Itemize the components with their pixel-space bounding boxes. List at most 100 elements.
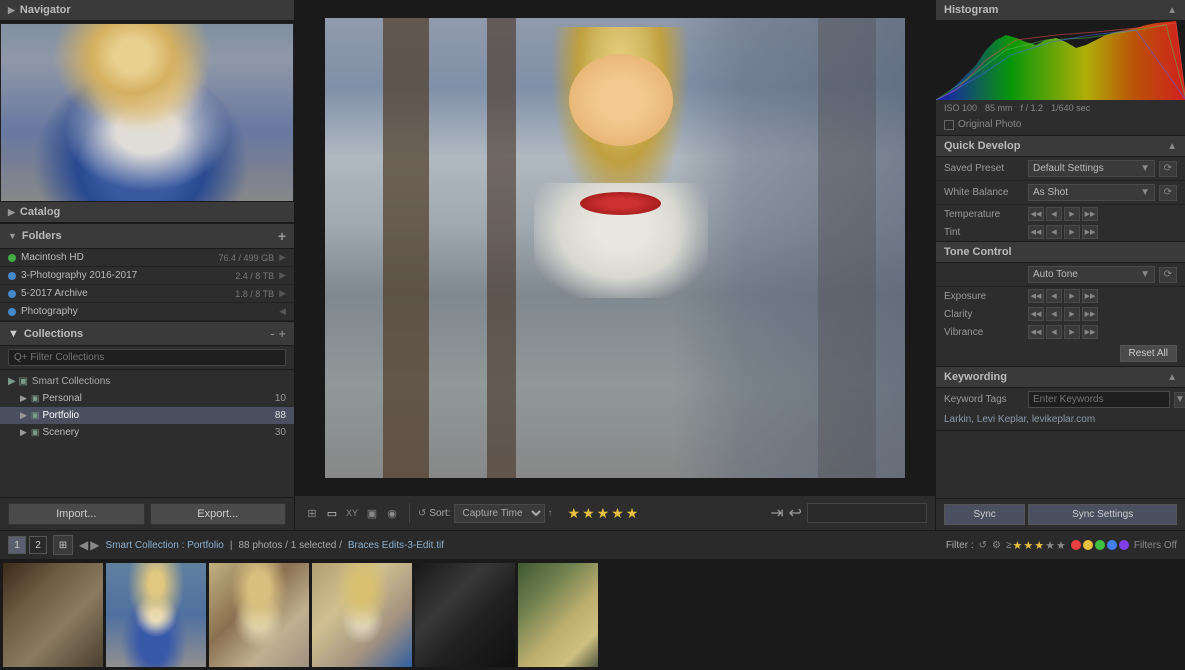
collections-header[interactable]: ▼ Collections - +	[0, 322, 294, 346]
white-balance-arrow[interactable]: ⟳	[1159, 185, 1177, 201]
collection-item-personal[interactable]: ▶ ▣ Personal 10	[0, 390, 294, 407]
star-2[interactable]: ★	[582, 505, 595, 522]
collections-filter-input[interactable]	[8, 349, 286, 366]
histogram-svg	[936, 20, 1185, 100]
filter-star-4[interactable]: ★	[1045, 539, 1055, 552]
tone-control-value[interactable]: Auto Tone ▼	[1028, 266, 1155, 283]
filter-star-5[interactable]: ★	[1056, 539, 1066, 552]
collections-add-button[interactable]: +	[278, 326, 286, 341]
filmstrip-thumb-5[interactable]	[415, 563, 515, 667]
collection-item-scenery[interactable]: ▶ ▣ Scenery 30	[0, 424, 294, 441]
filter-refresh-icon[interactable]: ↺	[979, 540, 987, 551]
sync-settings-button[interactable]: Sync Settings	[1028, 504, 1177, 525]
filter-star-3[interactable]: ★	[1034, 539, 1044, 552]
exposure-btn-3[interactable]: ▶	[1064, 289, 1080, 303]
saved-preset-arrow[interactable]: ⟳	[1159, 161, 1177, 177]
filmstrip-thumb-3[interactable]	[209, 563, 309, 667]
filter-star-2[interactable]: ★	[1023, 539, 1033, 552]
clarity-btn-4[interactable]: ▶▶	[1082, 307, 1098, 321]
star-5[interactable]: ★	[626, 505, 639, 522]
sort-direction-icon[interactable]: ↑	[548, 508, 553, 519]
filmstrip-toggle-icon[interactable]: ⊞	[53, 535, 73, 555]
star-1[interactable]: ★	[568, 505, 581, 522]
export-button[interactable]: Export...	[150, 503, 287, 525]
temp-btn-2[interactable]: ◀	[1046, 207, 1062, 221]
flag-icon[interactable]: ⇥	[770, 503, 783, 523]
filmstrip-thumb-2[interactable]	[106, 563, 206, 667]
sort-select[interactable]: Capture Time Added Order Edit Time	[454, 504, 545, 523]
color-dot-purple[interactable]	[1119, 540, 1129, 550]
keywording-collapse-icon[interactable]: ▲	[1167, 372, 1177, 383]
compare-view-icon[interactable]: XY	[343, 504, 361, 522]
filmstrip-control[interactable]	[807, 503, 927, 523]
breadcrumb-collection[interactable]: Smart Collection : Portfolio	[105, 540, 223, 551]
grid-view-icon[interactable]: ⊞	[303, 504, 321, 522]
filmstrip-thumb-1[interactable]	[3, 563, 103, 667]
folder-item-photography2016[interactable]: 3-Photography 2016-2017 2.4 / 8 TB ▶	[0, 267, 294, 285]
temp-btn-3[interactable]: ▶	[1064, 207, 1080, 221]
temp-btn-1[interactable]: ◀◀	[1028, 207, 1044, 221]
page-1[interactable]: 1	[8, 536, 26, 554]
people-view-icon[interactable]: ◉	[383, 504, 401, 522]
tint-btn-3[interactable]: ▶	[1064, 225, 1080, 239]
filter-settings-icon[interactable]: ⚙	[992, 540, 1001, 551]
original-photo-checkbox[interactable]	[944, 120, 954, 130]
keywording-header[interactable]: Keywording ▲	[936, 367, 1185, 388]
tone-control-header[interactable]: Tone Control	[936, 242, 1185, 263]
temp-btn-4[interactable]: ▶▶	[1082, 207, 1098, 221]
vibrance-btn-4[interactable]: ▶▶	[1082, 325, 1098, 339]
star-4[interactable]: ★	[611, 505, 624, 522]
rotate-icon[interactable]: ↺	[418, 508, 426, 519]
quick-develop-collapse-icon[interactable]: ▲	[1167, 141, 1177, 152]
color-dot-yellow[interactable]	[1083, 540, 1093, 550]
filter-star-1[interactable]: ★	[1012, 539, 1022, 552]
rotate-right-icon[interactable]: ↩	[789, 503, 802, 523]
saved-preset-value[interactable]: Default Settings ▼	[1028, 160, 1155, 177]
vibrance-btn-2[interactable]: ◀	[1046, 325, 1062, 339]
histogram-expand-icon[interactable]: ▲	[1167, 5, 1177, 16]
quick-develop-header[interactable]: Quick Develop ▲	[936, 136, 1185, 157]
sync-button[interactable]: Sync	[944, 504, 1025, 525]
vibrance-btn-3[interactable]: ▶	[1064, 325, 1080, 339]
loupe-view-icon[interactable]: ▭	[323, 504, 341, 522]
filmstrip-thumb-4[interactable]	[312, 563, 412, 667]
color-dot-green[interactable]	[1095, 540, 1105, 550]
tint-btn-1[interactable]: ◀◀	[1028, 225, 1044, 239]
vibrance-label: Vibrance	[944, 327, 1024, 338]
collections-minus-button[interactable]: -	[270, 326, 274, 341]
smart-collections-header[interactable]: ▶ ▣ Smart Collections	[0, 373, 294, 390]
next-arrow[interactable]: ▶	[90, 538, 99, 552]
keyword-tags-input[interactable]	[1028, 391, 1170, 408]
vibrance-btn-1[interactable]: ◀◀	[1028, 325, 1044, 339]
folders-add-button[interactable]: +	[278, 228, 286, 244]
filename-link[interactable]: Braces Edits-3-Edit.tif	[348, 540, 444, 551]
exposure-btn-2[interactable]: ◀	[1046, 289, 1062, 303]
survey-view-icon[interactable]: ▣	[363, 504, 381, 522]
histogram-header[interactable]: Histogram ▲	[936, 0, 1185, 20]
clarity-btn-1[interactable]: ◀◀	[1028, 307, 1044, 321]
color-dot-red[interactable]	[1071, 540, 1081, 550]
clarity-btn-2[interactable]: ◀	[1046, 307, 1062, 321]
import-button[interactable]: Import...	[8, 503, 145, 525]
star-3[interactable]: ★	[597, 505, 610, 522]
color-dot-blue[interactable]	[1107, 540, 1117, 550]
filmstrip-thumb-6[interactable]	[518, 563, 598, 667]
exposure-btn-1[interactable]: ◀◀	[1028, 289, 1044, 303]
tint-btn-2[interactable]: ◀	[1046, 225, 1062, 239]
keyword-tags-chevron[interactable]: ▼	[1174, 392, 1185, 408]
folder-item-archive2017[interactable]: 5-2017 Archive 1.8 / 8 TB ▶	[0, 285, 294, 303]
folder-item-macintosh[interactable]: Macintosh HD 76.4 / 499 GB ▶	[0, 249, 294, 267]
folders-header[interactable]: ▼ Folders +	[0, 224, 294, 249]
catalog-header[interactable]: ▶ Catalog	[0, 202, 294, 223]
white-balance-value[interactable]: As Shot ▼	[1028, 184, 1155, 201]
navigator-header[interactable]: ▶ Navigator	[0, 0, 294, 21]
collection-item-portfolio[interactable]: ▶ ▣ Portfolio 88	[0, 407, 294, 424]
clarity-btn-3[interactable]: ▶	[1064, 307, 1080, 321]
exposure-btn-4[interactable]: ▶▶	[1082, 289, 1098, 303]
reset-all-button[interactable]: Reset All	[1120, 345, 1177, 362]
page-2[interactable]: 2	[29, 536, 47, 554]
tint-btn-4[interactable]: ▶▶	[1082, 225, 1098, 239]
folder-item-photography[interactable]: Photography ◀	[0, 303, 294, 321]
prev-arrow[interactable]: ◀	[79, 538, 88, 552]
tone-control-arrow[interactable]: ⟳	[1159, 267, 1177, 283]
